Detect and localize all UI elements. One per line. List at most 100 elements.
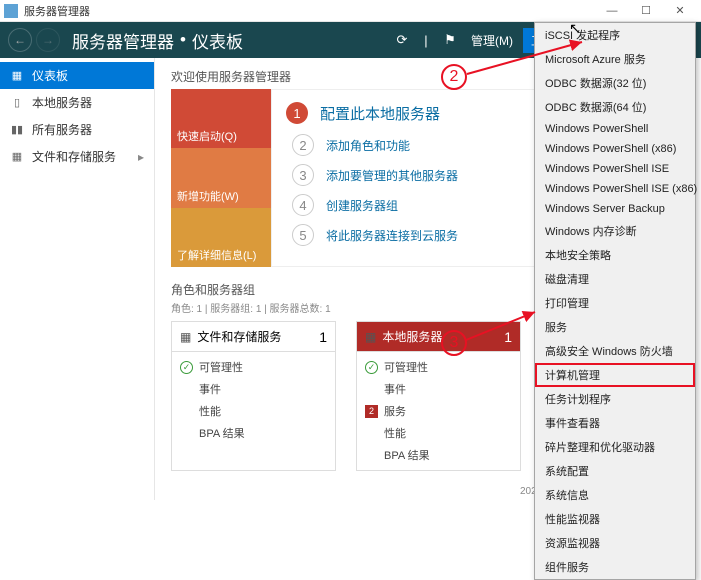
- tile-title: 本地服务器: [382, 330, 442, 344]
- dropdown-item[interactable]: 服务: [535, 315, 695, 339]
- storage-icon: ▦: [10, 150, 24, 164]
- tile-header: ▦ 文件和存储服务 1: [172, 322, 335, 351]
- cursor-icon: ↖: [569, 20, 581, 37]
- dropdown-item[interactable]: Windows 内存诊断: [535, 219, 695, 243]
- sidebar-item-label: 本地服务器: [32, 94, 92, 111]
- tile-row[interactable]: 性能: [180, 400, 327, 422]
- step-number: 3: [292, 164, 314, 186]
- sidebar-item-dashboard[interactable]: ▦仪表板: [0, 62, 154, 89]
- app-icon: [4, 4, 18, 18]
- menu-manage[interactable]: 管理(M): [463, 28, 521, 53]
- tile-row[interactable]: ✓ 可管理性: [365, 356, 512, 378]
- tile-row-label: 可管理性: [384, 359, 428, 375]
- tile-icon: ▦: [180, 330, 191, 344]
- sidebar-item-label: 仪表板: [32, 67, 68, 84]
- sidebar-item-storage[interactable]: ▦ 文件和存储服务 ▸: [0, 143, 154, 170]
- step-number: 5: [292, 224, 314, 246]
- quickstart-title: 配置此本地服务器: [320, 103, 440, 124]
- dropdown-item[interactable]: 事件查看器: [535, 411, 695, 435]
- maximize-button[interactable]: ☐: [629, 1, 663, 21]
- quickstart-link: 创建服务器组: [326, 197, 398, 214]
- back-button[interactable]: ←: [8, 28, 32, 52]
- chevron-right-icon: ▸: [138, 150, 144, 164]
- dropdown-item[interactable]: 高级安全 Windows 防火墙: [535, 339, 695, 363]
- step-number: 1: [286, 102, 308, 124]
- tile-row-label: BPA 结果: [384, 447, 430, 463]
- step-number: 4: [292, 194, 314, 216]
- sidebar-item-label: 文件和存储服务: [32, 148, 116, 165]
- dropdown-item[interactable]: 磁盘清理: [535, 267, 695, 291]
- sidebar: ▦仪表板 ▯ 本地服务器 ▮▮ 所有服务器 ▦ 文件和存储服务 ▸: [0, 58, 155, 500]
- tile-row-label: 性能: [384, 425, 406, 441]
- dropdown-item[interactable]: Windows PowerShell ISE (x86): [535, 179, 695, 199]
- servers-icon: ▮▮: [10, 123, 24, 137]
- tile-row[interactable]: 2 服务: [365, 400, 512, 422]
- dropdown-item[interactable]: 碎片整理和优化驱动器: [535, 435, 695, 459]
- tile-row[interactable]: ✓ 可管理性: [180, 356, 327, 378]
- quickstart-link: 将此服务器连接到云服务: [326, 227, 458, 244]
- annotation-2: 2: [441, 64, 467, 90]
- breadcrumb-leaf: 仪表板: [192, 28, 243, 53]
- forward-button[interactable]: →: [36, 28, 60, 52]
- ok-icon: ✓: [180, 361, 193, 374]
- tile-title: 文件和存储服务: [197, 330, 281, 344]
- chevron-right-icon: •: [180, 30, 186, 50]
- dropdown-item[interactable]: ODBC 数据源(32 位): [535, 71, 695, 95]
- window-title: 服务器管理器: [24, 3, 595, 19]
- tile-row[interactable]: BPA 结果: [180, 422, 327, 444]
- flag-icon[interactable]: ⚑: [439, 29, 461, 51]
- tile-count: 1: [504, 329, 512, 345]
- dropdown-item[interactable]: iSCSI 发起程序: [535, 23, 695, 47]
- tile-row-label: 事件: [384, 381, 406, 397]
- tools-dropdown: iSCSI 发起程序Microsoft Azure 服务ODBC 数据源(32 …: [534, 22, 696, 580]
- tile-row[interactable]: 事件: [365, 378, 512, 400]
- minimize-button[interactable]: —: [595, 1, 629, 21]
- tile[interactable]: ▦ 本地服务器 1 ✓ 可管理性事件 2 服务性能 BPA 结果: [356, 321, 521, 471]
- dropdown-item[interactable]: 系统配置: [535, 459, 695, 483]
- breadcrumb: 服务器管理器 • 仪表板: [72, 28, 243, 53]
- sidebar-item-local[interactable]: ▯ 本地服务器: [0, 89, 154, 116]
- tile-row-label: 可管理性: [199, 359, 243, 375]
- step-number: 2: [292, 134, 314, 156]
- tile-row[interactable]: 性能: [365, 422, 512, 444]
- dropdown-item[interactable]: Windows PowerShell (x86): [535, 139, 695, 159]
- tile-header: ▦ 本地服务器 1: [357, 322, 520, 351]
- dropdown-item[interactable]: 计算机管理: [535, 363, 695, 387]
- server-icon: ▯: [10, 96, 24, 110]
- quickstart-link: 添加要管理的其他服务器: [326, 167, 458, 184]
- dropdown-item[interactable]: 组件服务: [535, 555, 695, 579]
- dropdown-item[interactable]: Windows Server Backup: [535, 199, 695, 219]
- side-tabs: 快速启动(Q) 新增功能(W) 了解详细信息(L): [171, 89, 271, 267]
- ok-icon: ✓: [365, 361, 378, 374]
- dropdown-item[interactable]: ODBC 数据源(64 位): [535, 95, 695, 119]
- tile-row[interactable]: 事件: [180, 378, 327, 400]
- tile-row-label: 性能: [199, 403, 221, 419]
- tile-count: 1: [319, 329, 327, 345]
- dropdown-item[interactable]: 任务计划程序: [535, 387, 695, 411]
- dropdown-item[interactable]: 系统信息: [535, 483, 695, 507]
- dropdown-item[interactable]: Microsoft Azure 服务: [535, 47, 695, 71]
- tab-learnmore[interactable]: 了解详细信息(L): [171, 208, 271, 267]
- tile[interactable]: ▦ 文件和存储服务 1 ✓ 可管理性事件性能 BPA 结果: [171, 321, 336, 471]
- close-button[interactable]: ✕: [663, 1, 697, 21]
- sidebar-item-label: 所有服务器: [32, 121, 92, 138]
- tile-row-label: 事件: [199, 381, 221, 397]
- tab-quickstart[interactable]: 快速启动(Q): [171, 89, 271, 148]
- dropdown-item[interactable]: 打印管理: [535, 291, 695, 315]
- sidebar-item-all[interactable]: ▮▮ 所有服务器: [0, 116, 154, 143]
- divider-icon: |: [415, 29, 437, 51]
- dropdown-item[interactable]: 资源监视器: [535, 531, 695, 555]
- quickstart-link: 添加角色和功能: [326, 137, 410, 154]
- error-icon: 2: [365, 405, 378, 418]
- tile-row-label: BPA 结果: [199, 425, 245, 441]
- title-bar: 服务器管理器 — ☐ ✕: [0, 0, 701, 22]
- dropdown-item[interactable]: Windows PowerShell: [535, 119, 695, 139]
- dropdown-item[interactable]: Windows PowerShell ISE: [535, 159, 695, 179]
- dropdown-item[interactable]: 性能监视器: [535, 507, 695, 531]
- tile-icon: ▦: [365, 330, 376, 344]
- tile-row-label: 服务: [384, 403, 406, 419]
- dropdown-item[interactable]: 本地安全策略: [535, 243, 695, 267]
- refresh-icon[interactable]: ⟳: [391, 29, 413, 51]
- tab-whatsnew[interactable]: 新增功能(W): [171, 148, 271, 207]
- tile-row[interactable]: BPA 结果: [365, 444, 512, 466]
